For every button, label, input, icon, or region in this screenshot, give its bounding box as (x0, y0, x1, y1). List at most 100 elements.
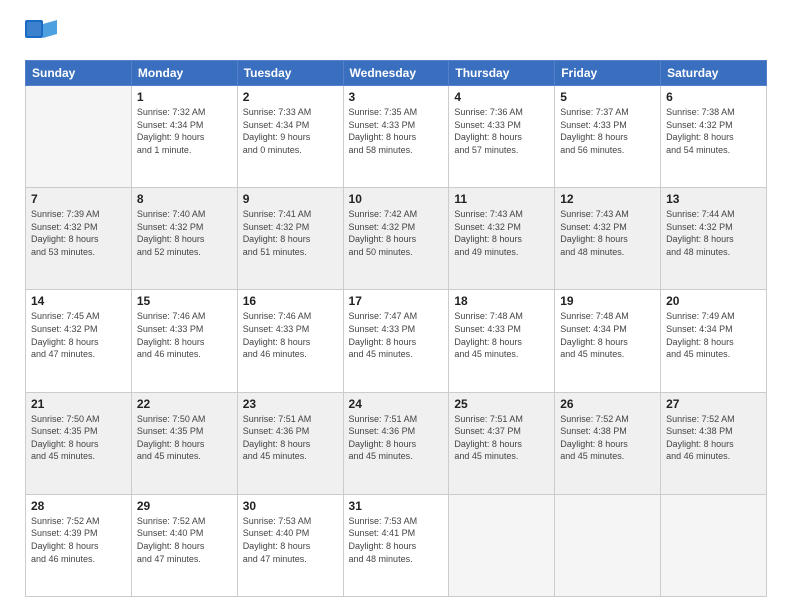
day-header-monday: Monday (131, 61, 237, 86)
day-number: 23 (243, 397, 338, 411)
day-info: Sunrise: 7:45 AM Sunset: 4:32 PM Dayligh… (31, 310, 126, 360)
calendar-table: SundayMondayTuesdayWednesdayThursdayFrid… (25, 60, 767, 597)
calendar-cell: 12 Sunrise: 7:43 AM Sunset: 4:32 PM Dayli… (555, 188, 661, 290)
day-info: Sunrise: 7:51 AM Sunset: 4:36 PM Dayligh… (243, 413, 338, 463)
day-number: 1 (137, 90, 232, 104)
calendar-cell: 13 Sunrise: 7:44 AM Sunset: 4:32 PM Dayli… (661, 188, 767, 290)
calendar-cell: 25 Sunrise: 7:51 AM Sunset: 4:37 PM Dayli… (449, 392, 555, 494)
day-info: Sunrise: 7:43 AM Sunset: 4:32 PM Dayligh… (560, 208, 655, 258)
day-number: 15 (137, 294, 232, 308)
day-info: Sunrise: 7:35 AM Sunset: 4:33 PM Dayligh… (349, 106, 444, 156)
calendar-cell: 11Sunrise: 7:43 AM Sunset: 4:32 PM Dayli… (449, 188, 555, 290)
calendar-cell: 23 Sunrise: 7:51 AM Sunset: 4:36 PM Dayli… (237, 392, 343, 494)
day-number: 4 (454, 90, 549, 104)
day-number: 24 (349, 397, 444, 411)
day-number: 7 (31, 192, 126, 206)
day-number: 25 (454, 397, 549, 411)
calendar-cell: 6Sunrise: 7:38 AM Sunset: 4:32 PM Daylig… (661, 86, 767, 188)
calendar-cell: 20 Sunrise: 7:49 AM Sunset: 4:34 PM Dayli… (661, 290, 767, 392)
day-number: 28 (31, 499, 126, 513)
day-number: 2 (243, 90, 338, 104)
day-info: Sunrise: 7:52 AM Sunset: 4:40 PM Dayligh… (137, 515, 232, 565)
logo-icon (25, 20, 57, 48)
calendar-week-row: 14 Sunrise: 7:45 AM Sunset: 4:32 PM Dayli… (26, 290, 767, 392)
day-info: Sunrise: 7:39 AM Sunset: 4:32 PM Dayligh… (31, 208, 126, 258)
day-number: 16 (243, 294, 338, 308)
calendar-cell: 14 Sunrise: 7:45 AM Sunset: 4:32 PM Dayli… (26, 290, 132, 392)
calendar-cell: 15Sunrise: 7:46 AM Sunset: 4:33 PM Dayli… (131, 290, 237, 392)
day-header-tuesday: Tuesday (237, 61, 343, 86)
day-header-saturday: Saturday (661, 61, 767, 86)
day-number: 9 (243, 192, 338, 206)
day-number: 20 (666, 294, 761, 308)
day-number: 8 (137, 192, 232, 206)
day-number: 18 (454, 294, 549, 308)
day-info: Sunrise: 7:40 AM Sunset: 4:32 PM Dayligh… (137, 208, 232, 258)
day-info: Sunrise: 7:49 AM Sunset: 4:34 PM Dayligh… (666, 310, 761, 360)
day-info: Sunrise: 7:37 AM Sunset: 4:33 PM Dayligh… (560, 106, 655, 156)
day-info: Sunrise: 7:32 AM Sunset: 4:34 PM Dayligh… (137, 106, 232, 156)
calendar-week-row: 28 Sunrise: 7:52 AM Sunset: 4:39 PM Dayli… (26, 494, 767, 596)
page: SundayMondayTuesdayWednesdayThursdayFrid… (0, 0, 792, 612)
day-number: 6 (666, 90, 761, 104)
day-info: Sunrise: 7:50 AM Sunset: 4:35 PM Dayligh… (31, 413, 126, 463)
day-info: Sunrise: 7:33 AM Sunset: 4:34 PM Dayligh… (243, 106, 338, 156)
day-info: Sunrise: 7:43 AM Sunset: 4:32 PM Dayligh… (454, 208, 549, 258)
calendar-cell: 19Sunrise: 7:48 AM Sunset: 4:34 PM Dayli… (555, 290, 661, 392)
day-number: 17 (349, 294, 444, 308)
calendar-cell: 5 Sunrise: 7:37 AM Sunset: 4:33 PM Daylig… (555, 86, 661, 188)
calendar-cell: 31 Sunrise: 7:53 AM Sunset: 4:41 PM Dayli… (343, 494, 449, 596)
calendar-cell: 26 Sunrise: 7:52 AM Sunset: 4:38 PM Dayli… (555, 392, 661, 494)
day-info: Sunrise: 7:50 AM Sunset: 4:35 PM Dayligh… (137, 413, 232, 463)
calendar-cell (555, 494, 661, 596)
calendar-cell (26, 86, 132, 188)
day-number: 29 (137, 499, 232, 513)
day-info: Sunrise: 7:51 AM Sunset: 4:37 PM Dayligh… (454, 413, 549, 463)
calendar-week-row: 21Sunrise: 7:50 AM Sunset: 4:35 PM Dayli… (26, 392, 767, 494)
day-number: 31 (349, 499, 444, 513)
calendar-cell: 8 Sunrise: 7:40 AM Sunset: 4:32 PM Daylig… (131, 188, 237, 290)
calendar-cell (661, 494, 767, 596)
day-number: 12 (560, 192, 655, 206)
calendar-cell: 27 Sunrise: 7:52 AM Sunset: 4:38 PM Dayli… (661, 392, 767, 494)
calendar-cell: 9 Sunrise: 7:41 AM Sunset: 4:32 PM Daylig… (237, 188, 343, 290)
calendar-cell: 17 Sunrise: 7:47 AM Sunset: 4:33 PM Dayli… (343, 290, 449, 392)
day-number: 27 (666, 397, 761, 411)
day-info: Sunrise: 7:42 AM Sunset: 4:32 PM Dayligh… (349, 208, 444, 258)
day-info: Sunrise: 7:41 AM Sunset: 4:32 PM Dayligh… (243, 208, 338, 258)
logo (25, 20, 61, 48)
day-number: 5 (560, 90, 655, 104)
day-info: Sunrise: 7:47 AM Sunset: 4:33 PM Dayligh… (349, 310, 444, 360)
calendar-week-row: 7 Sunrise: 7:39 AM Sunset: 4:32 PM Daylig… (26, 188, 767, 290)
calendar-cell: 16 Sunrise: 7:46 AM Sunset: 4:33 PM Dayli… (237, 290, 343, 392)
day-info: Sunrise: 7:52 AM Sunset: 4:38 PM Dayligh… (666, 413, 761, 463)
day-info: Sunrise: 7:46 AM Sunset: 4:33 PM Dayligh… (243, 310, 338, 360)
calendar-week-row: 1 Sunrise: 7:32 AM Sunset: 4:34 PM Daylig… (26, 86, 767, 188)
day-number: 22 (137, 397, 232, 411)
day-number: 14 (31, 294, 126, 308)
calendar-cell: 1 Sunrise: 7:32 AM Sunset: 4:34 PM Daylig… (131, 86, 237, 188)
day-number: 19 (560, 294, 655, 308)
calendar-cell: 21Sunrise: 7:50 AM Sunset: 4:35 PM Dayli… (26, 392, 132, 494)
calendar-cell: 24Sunrise: 7:51 AM Sunset: 4:36 PM Dayli… (343, 392, 449, 494)
day-info: Sunrise: 7:52 AM Sunset: 4:38 PM Dayligh… (560, 413, 655, 463)
day-info: Sunrise: 7:53 AM Sunset: 4:40 PM Dayligh… (243, 515, 338, 565)
day-number: 26 (560, 397, 655, 411)
header (25, 20, 767, 48)
calendar-cell: 4 Sunrise: 7:36 AM Sunset: 4:33 PM Daylig… (449, 86, 555, 188)
calendar-cell: 7 Sunrise: 7:39 AM Sunset: 4:32 PM Daylig… (26, 188, 132, 290)
day-number: 13 (666, 192, 761, 206)
day-info: Sunrise: 7:53 AM Sunset: 4:41 PM Dayligh… (349, 515, 444, 565)
calendar-cell: 2 Sunrise: 7:33 AM Sunset: 4:34 PM Daylig… (237, 86, 343, 188)
day-info: Sunrise: 7:48 AM Sunset: 4:33 PM Dayligh… (454, 310, 549, 360)
calendar-cell (449, 494, 555, 596)
day-header-friday: Friday (555, 61, 661, 86)
day-header-wednesday: Wednesday (343, 61, 449, 86)
calendar-cell: 18 Sunrise: 7:48 AM Sunset: 4:33 PM Dayli… (449, 290, 555, 392)
calendar-cell: 29 Sunrise: 7:52 AM Sunset: 4:40 PM Dayli… (131, 494, 237, 596)
day-info: Sunrise: 7:52 AM Sunset: 4:39 PM Dayligh… (31, 515, 126, 565)
day-info: Sunrise: 7:36 AM Sunset: 4:33 PM Dayligh… (454, 106, 549, 156)
calendar-cell: 28 Sunrise: 7:52 AM Sunset: 4:39 PM Dayli… (26, 494, 132, 596)
day-info: Sunrise: 7:44 AM Sunset: 4:32 PM Dayligh… (666, 208, 761, 258)
day-number: 30 (243, 499, 338, 513)
